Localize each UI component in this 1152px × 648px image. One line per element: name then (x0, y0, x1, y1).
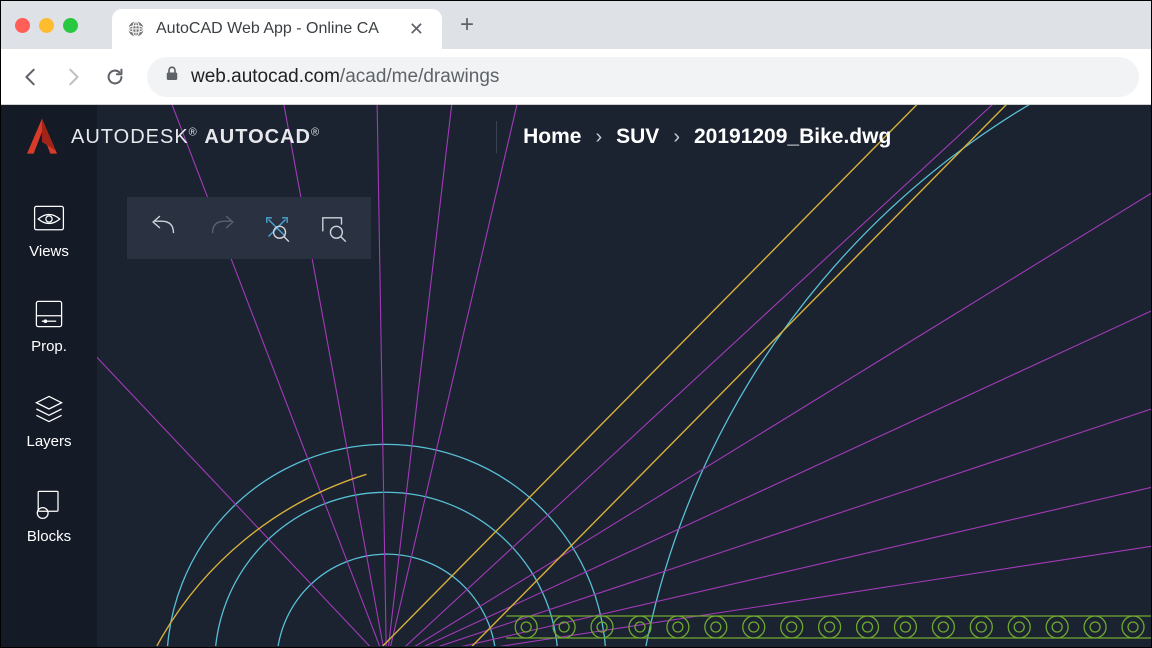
left-sidebar: Views Prop. Layers Blocks (1, 105, 97, 647)
autocad-app: AUTODESK® AUTOCAD® Home › SUV › 20191209… (1, 105, 1151, 647)
sidebar-item-layers[interactable]: Layers (1, 373, 97, 468)
url-input[interactable]: web.autocad.com/acad/me/drawings (147, 57, 1139, 97)
sidebar-item-label: Layers (26, 433, 71, 450)
sidebar-item-label: Views (29, 243, 69, 260)
back-button[interactable] (13, 59, 49, 95)
sidebar-item-views[interactable]: Views (1, 183, 97, 278)
brand-text: AUTODESK® AUTOCAD® (71, 126, 320, 149)
drawing-canvas[interactable] (97, 105, 1151, 647)
new-tab-button[interactable]: + (442, 11, 492, 39)
sidebar-item-blocks[interactable]: Blocks (1, 468, 97, 563)
window-maximize-button[interactable] (63, 18, 78, 33)
browser-address-bar: web.autocad.com/acad/me/drawings (1, 49, 1151, 105)
blocks-icon (31, 486, 67, 522)
header-divider (496, 121, 497, 153)
sidebar-item-label: Blocks (27, 528, 71, 545)
autocad-logo-icon (25, 117, 59, 157)
sidebar-item-label: Prop. (31, 338, 67, 355)
breadcrumb-home[interactable]: Home (523, 125, 581, 149)
app-header: AUTODESK® AUTOCAD® Home › SUV › 20191209… (1, 105, 1151, 169)
globe-icon (126, 19, 146, 39)
zoom-extents-icon (260, 211, 294, 245)
zoom-window-icon (316, 211, 350, 245)
browser-tab-strip: AutoCAD Web App - Online CA ✕ + (1, 1, 1151, 49)
properties-icon (31, 296, 67, 332)
lock-icon (163, 65, 181, 88)
zoom-extents-button[interactable] (251, 202, 303, 254)
tab-close-icon[interactable]: ✕ (405, 19, 428, 40)
window-close-button[interactable] (15, 18, 30, 33)
eye-icon (31, 201, 67, 237)
undo-button[interactable] (139, 202, 191, 254)
view-toolbar (127, 197, 371, 259)
breadcrumb-folder[interactable]: SUV (616, 125, 659, 149)
url-text: web.autocad.com/acad/me/drawings (191, 66, 499, 88)
brand-logo[interactable]: AUTODESK® AUTOCAD® (25, 117, 320, 157)
window-controls (1, 18, 92, 33)
redo-icon (204, 211, 238, 245)
chevron-right-icon: › (595, 126, 602, 149)
window-minimize-button[interactable] (39, 18, 54, 33)
redo-button[interactable] (195, 202, 247, 254)
tab-title: AutoCAD Web App - Online CA (156, 20, 395, 38)
browser-tab[interactable]: AutoCAD Web App - Online CA ✕ (112, 9, 442, 49)
breadcrumb: Home › SUV › 20191209_Bike.dwg (523, 125, 891, 149)
undo-icon (148, 211, 182, 245)
forward-button[interactable] (55, 59, 91, 95)
layers-icon (31, 391, 67, 427)
chevron-right-icon: › (673, 126, 680, 149)
cad-drawing (97, 105, 1151, 646)
zoom-window-button[interactable] (307, 202, 359, 254)
breadcrumb-file[interactable]: 20191209_Bike.dwg (694, 125, 891, 149)
reload-button[interactable] (97, 59, 133, 95)
sidebar-item-properties[interactable]: Prop. (1, 278, 97, 373)
